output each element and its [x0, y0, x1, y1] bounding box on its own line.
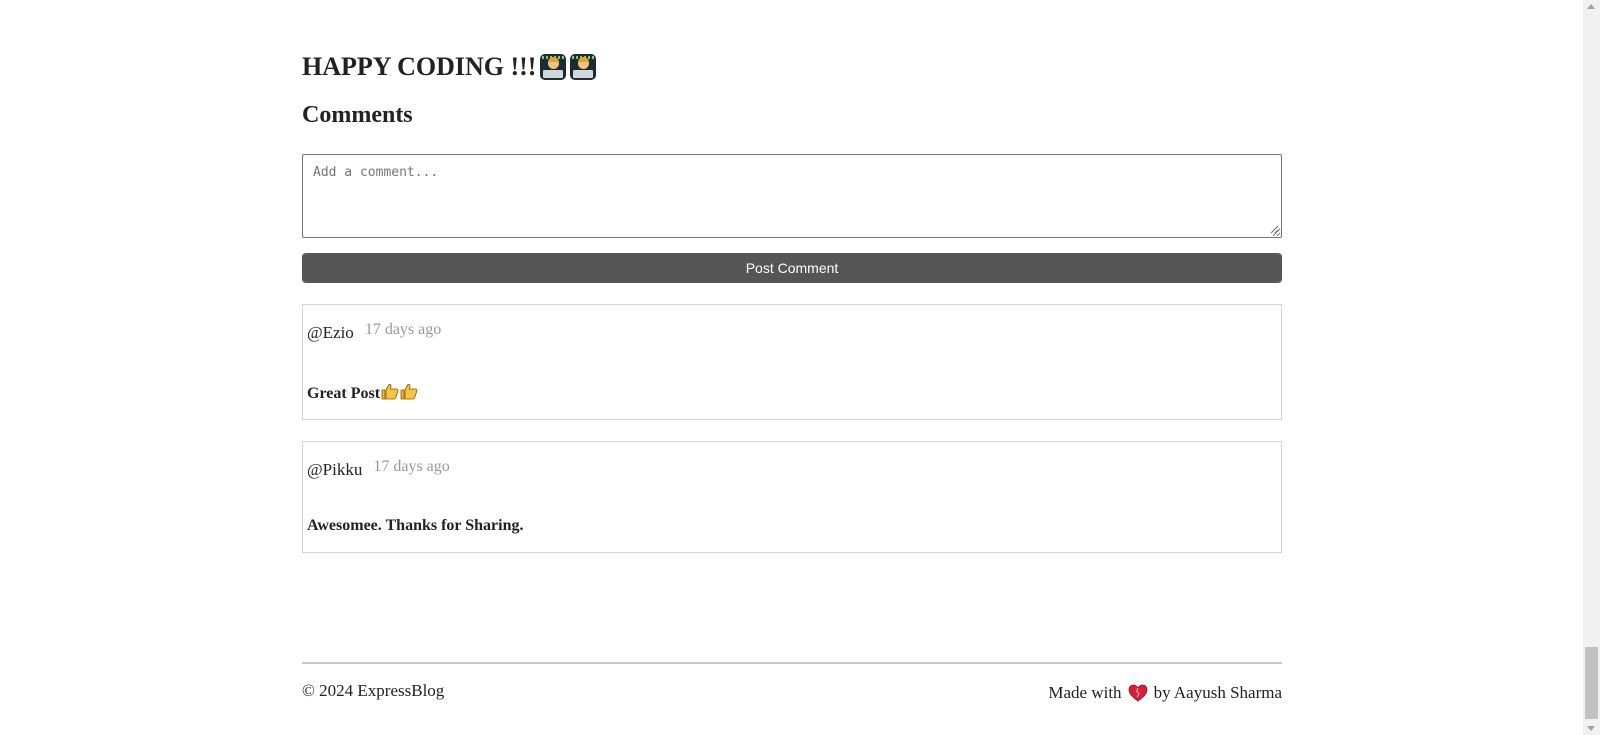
- comment-text: Awesomee. Thanks for Sharing.: [307, 517, 524, 534]
- thumbs-up-icon: [381, 383, 399, 404]
- thumbs-up-icon: [400, 383, 418, 404]
- comments-heading: Comments: [302, 102, 413, 128]
- footer-copyright: © 2024 ExpressBlog: [302, 681, 445, 700]
- comment-meta: @Ezio 17 days ago: [307, 321, 441, 343]
- comment-user: @Pikku: [307, 460, 363, 479]
- comment-item: @Pikku 17 days ago Awesomee. Thanks for …: [302, 441, 1282, 553]
- blog-post-page: HAPPY CODING !!! Comments Post Comment @…: [0, 0, 1600, 735]
- scrollbar-thumb[interactable]: [1585, 647, 1598, 719]
- technologist-icon: [570, 54, 597, 80]
- comment-text: Great Post: [307, 384, 381, 402]
- post-closing-line: HAPPY CODING !!!: [302, 52, 597, 82]
- comment-user: @Ezio: [307, 323, 354, 342]
- footer-credit: Made with by Aayush Sharma: [1048, 683, 1282, 703]
- made-with-text: Made with: [1048, 683, 1122, 702]
- closing-text: HAPPY CODING !!!: [302, 52, 537, 81]
- footer-divider: [302, 662, 1282, 664]
- heart-icon: [1128, 684, 1148, 702]
- vertical-scrollbar[interactable]: [1583, 0, 1600, 735]
- post-comment-button[interactable]: Post Comment: [302, 253, 1282, 283]
- comment-item: @Ezio 17 days ago Great Post: [302, 304, 1282, 420]
- author-text: by Aayush Sharma: [1153, 683, 1282, 702]
- comment-timestamp: 17 days ago: [373, 458, 450, 475]
- scroll-down-icon[interactable]: [1587, 726, 1595, 731]
- comment-body: Great Post: [307, 383, 418, 404]
- comment-body: Awesomee. Thanks for Sharing.: [307, 517, 523, 535]
- technologist-icon: [540, 54, 567, 80]
- comment-meta: @Pikku 17 days ago: [307, 458, 450, 480]
- scroll-up-icon[interactable]: [1587, 4, 1595, 9]
- comment-input[interactable]: [302, 154, 1282, 238]
- comment-timestamp: 17 days ago: [364, 321, 442, 338]
